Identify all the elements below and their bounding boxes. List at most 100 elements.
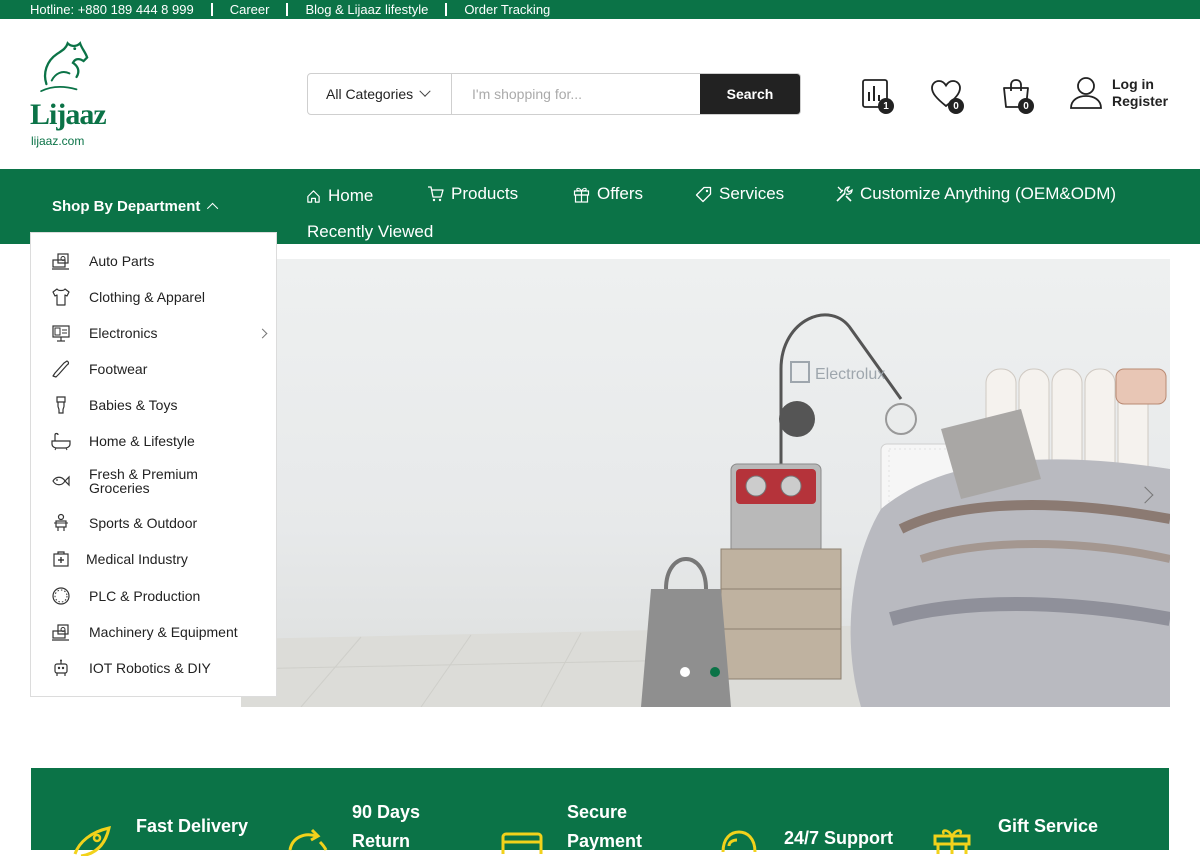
blog-link[interactable]: Blog & Lijaaz lifestyle (305, 2, 428, 17)
brand-url: lijaaz.com (31, 134, 85, 148)
dept-home-lifestyle[interactable]: Home & Lifestyle (51, 431, 266, 451)
medical-kit-icon (53, 551, 69, 567)
tag-icon (695, 186, 712, 202)
wishlist-count-badge: 0 (948, 98, 964, 114)
feature-gift-service: Gift Service (998, 816, 1099, 836)
feature-90-days-return: 90 Days Return (352, 802, 421, 851)
dept-medical-label: Medical Industry (86, 551, 188, 567)
nav-home-label: Home (328, 186, 374, 205)
dept-auto-parts[interactable]: Auto Parts (51, 251, 266, 271)
features-bar: Fast Delivery 90 Days Return Secure Paym… (31, 768, 1169, 856)
dept-machinery-label: Machinery & Equipment (89, 624, 238, 640)
robot-icon (54, 659, 68, 676)
dept-groceries[interactable]: Fresh & Premium Groceries (51, 467, 266, 495)
brand-name[interactable]: Lijaaz (30, 98, 107, 132)
machinery-icon (52, 624, 69, 641)
category-select-value: All Categories (326, 86, 414, 102)
dept-iot-robotics[interactable]: IOT Robotics & DIY (51, 658, 266, 678)
dept-auto-parts-label: Auto Parts (89, 253, 155, 269)
gift-icon (573, 187, 590, 203)
nav-products[interactable]: Products (427, 184, 518, 204)
dept-babies-toys[interactable]: Babies & Toys (51, 395, 266, 415)
banner-dot-1[interactable] (680, 667, 690, 677)
chevron-right-icon (257, 328, 268, 338)
chevron-down-icon (419, 85, 431, 97)
compare-button[interactable]: 1 (858, 76, 896, 114)
dept-sports-outdoor-label: Sports & Outdoor (89, 515, 198, 531)
dept-plc-production[interactable]: PLC & Production (51, 586, 266, 606)
feature-secure-payment: Secure Payment (567, 802, 643, 851)
tshirt-icon (52, 288, 70, 306)
return-arrows-icon (288, 828, 328, 851)
category-select[interactable]: All Categories (308, 74, 452, 114)
nav-customize-label: Customize Anything (OEM&ODM) (860, 184, 1117, 203)
headset-support-icon (721, 830, 757, 853)
rocket-icon (73, 826, 111, 856)
nav-services[interactable]: Services (695, 184, 784, 204)
hero-banner[interactable]: Electrolux (241, 259, 1170, 707)
baby-bottle-icon (56, 396, 66, 414)
dept-footwear-label: Footwear (89, 361, 148, 377)
dept-groceries-label: Fresh & Premium Groceries (89, 466, 198, 496)
dept-home-lifestyle-label: Home & Lifestyle (89, 433, 195, 449)
dept-babies-toys-label: Babies & Toys (89, 397, 178, 413)
dept-electronics-label: Electronics (89, 325, 158, 341)
nav-offers-label: Offers (597, 184, 643, 203)
search-bar: All Categories Search (307, 73, 801, 115)
plc-icon (52, 587, 70, 605)
shop-by-department-toggle[interactable]: Shop By Department (52, 198, 219, 215)
dept-sports-outdoor[interactable]: Sports & Outdoor (51, 513, 266, 533)
bathtub-icon (51, 432, 71, 451)
dept-electronics[interactable]: Electronics (51, 323, 268, 343)
shop-by-department-label: Shop By Department (52, 198, 201, 215)
top-bar-divider (445, 3, 448, 16)
dept-clothing[interactable]: Clothing & Apparel (51, 287, 266, 307)
dept-medical[interactable]: Medical Industry (51, 549, 266, 569)
nav-recently-viewed-label: Recently Viewed (307, 222, 434, 241)
order-tracking-link[interactable]: Order Tracking (464, 2, 550, 17)
tools-icon (836, 186, 853, 202)
login-link[interactable]: Log in (1112, 76, 1168, 93)
hotline-text: Hotline: +880 189 444 8 999 (30, 2, 194, 17)
search-button[interactable]: Search (700, 74, 800, 114)
banner-product-image: Electrolux (241, 313, 1170, 707)
auto-parts-icon (52, 253, 69, 270)
dept-clothing-label: Clothing & Apparel (89, 289, 205, 305)
nav-recently-viewed[interactable]: Recently Viewed (307, 222, 433, 242)
dept-plc-production-label: PLC & Production (89, 588, 201, 604)
cart-icon (428, 186, 444, 202)
lijaaz-horse-logo-icon[interactable] (30, 38, 100, 100)
search-input[interactable] (452, 74, 700, 114)
user-icon (1070, 77, 1102, 109)
top-bar: Hotline: +880 189 444 8 999 Career Blog … (0, 0, 1200, 19)
career-link[interactable]: Career (230, 2, 270, 17)
department-menu: Auto Parts Clothing & Apparel Electronic… (30, 232, 277, 697)
feature-fast-delivery: Fast Delivery (136, 816, 249, 836)
nav-home[interactable]: Home (306, 186, 373, 206)
credit-card-icon (501, 832, 543, 854)
banner-brand-text: Electrolux (815, 366, 885, 383)
monitor-icon (52, 325, 70, 342)
dept-footwear[interactable]: Footwear (51, 359, 266, 379)
dept-machinery[interactable]: Machinery & Equipment (51, 622, 266, 642)
home-icon (307, 189, 320, 203)
nav-offers[interactable]: Offers (573, 184, 643, 204)
footwear-icon (52, 360, 70, 378)
cart-count-badge: 0 (1018, 98, 1034, 114)
top-bar-divider (286, 3, 289, 16)
dept-iot-robotics-label: IOT Robotics & DIY (89, 660, 211, 676)
banner-dot-2-active[interactable] (710, 667, 720, 677)
chevron-up-icon (207, 202, 219, 214)
nav-products-label: Products (451, 184, 519, 203)
nav-services-label: Services (719, 184, 785, 203)
feature-24-7-support: 24/7 Support (784, 828, 894, 848)
account-link[interactable]: Log in Register (1068, 76, 1168, 110)
compare-count-badge: 1 (878, 98, 894, 114)
nav-customize[interactable]: Customize Anything (OEM&ODM) (835, 184, 1116, 204)
sports-icon (54, 513, 68, 531)
cart-button[interactable]: 0 (998, 76, 1036, 114)
register-link[interactable]: Register (1112, 93, 1168, 110)
wishlist-button[interactable]: 0 (928, 76, 966, 114)
fish-icon (52, 475, 70, 487)
top-bar-divider (210, 3, 213, 16)
